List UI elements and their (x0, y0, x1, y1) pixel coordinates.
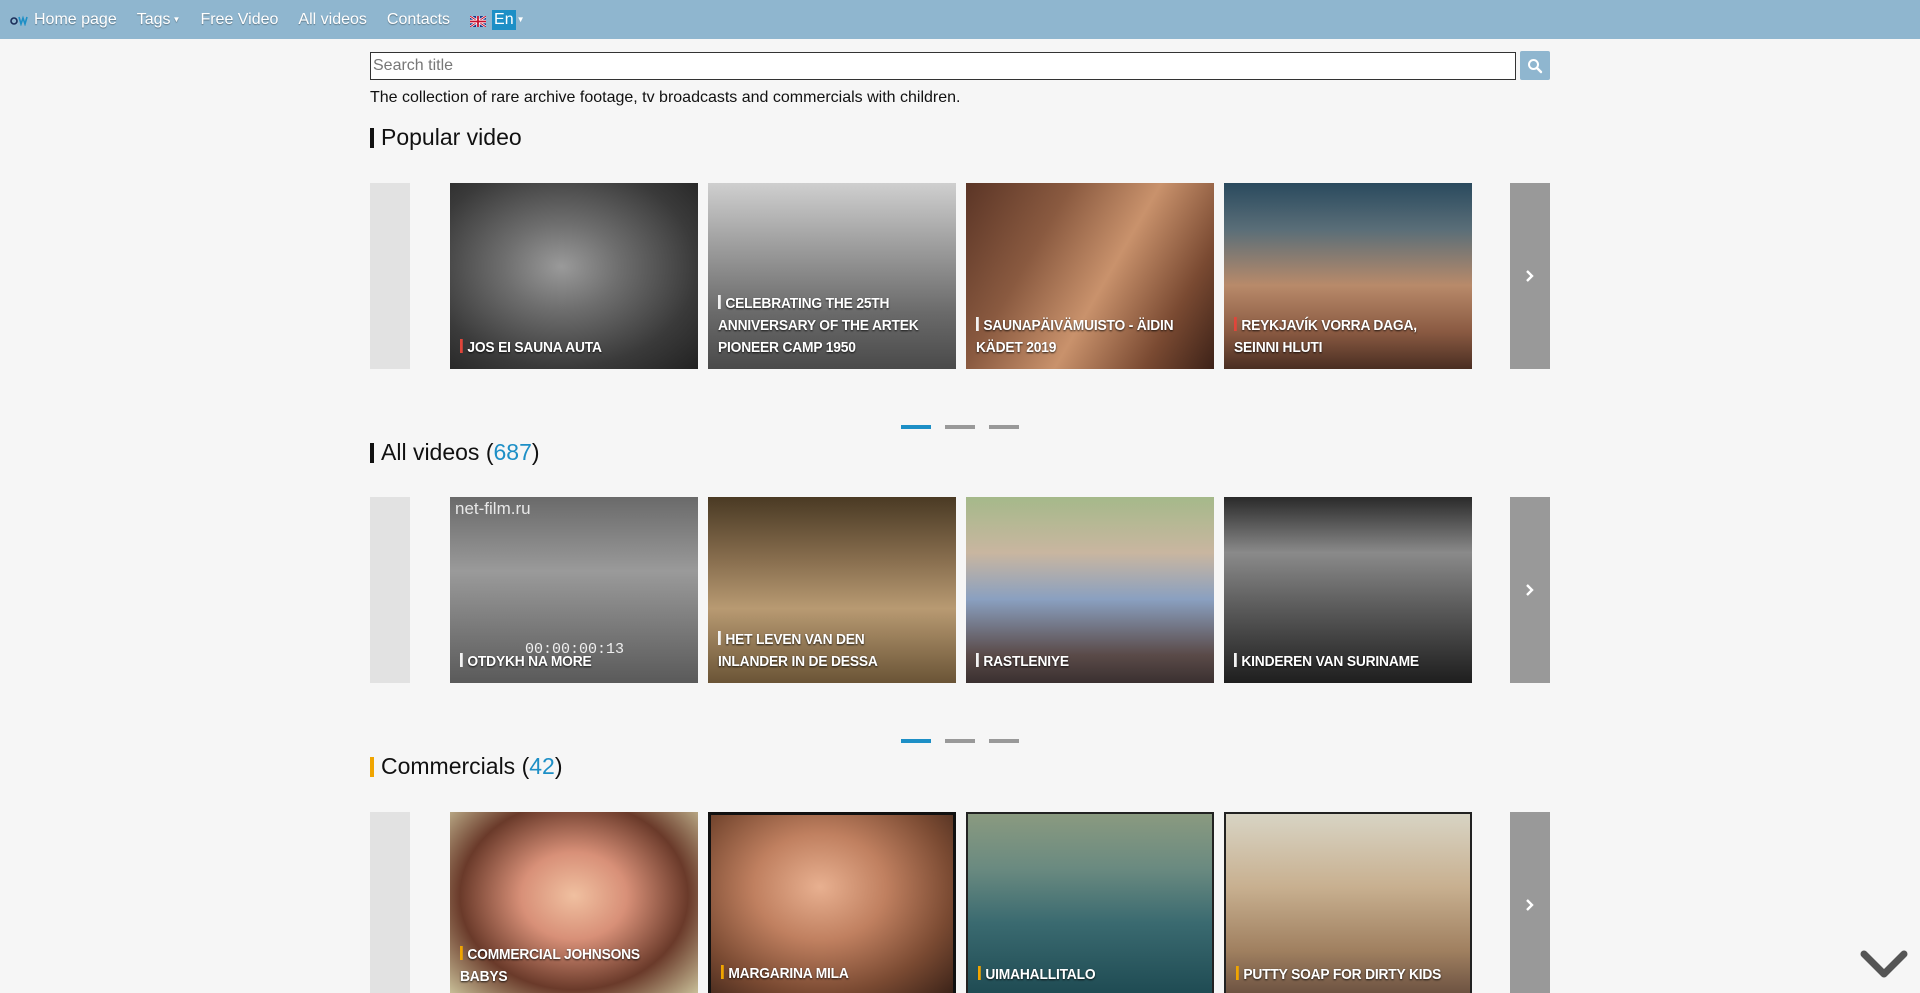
popular-carousel: JOS EI SAUNA AUTA CELEBRATING THE 25TH A… (370, 183, 1550, 369)
carousel-next-button[interactable] (1510, 497, 1550, 683)
video-caption: REYKJAVÍK VORRA DAGA, SEINNI HLUTI (1234, 317, 1417, 356)
video-card[interactable]: UIMAHALLITALO (966, 812, 1214, 993)
section-marker (370, 127, 374, 148)
all-videos-title-text: All videos ( (381, 439, 494, 465)
commercials-title-close: ) (554, 753, 563, 779)
top-navbar: Home page Tags ▼ Free Video All videos Co… (0, 0, 1920, 39)
carousel-prev-button[interactable] (370, 812, 410, 993)
video-caption: RASTLENIYE (976, 651, 1186, 673)
nav-home-link[interactable]: Home page (34, 11, 117, 29)
carousel-next-button[interactable] (1510, 812, 1550, 993)
video-watermark: net-film.ru (455, 499, 531, 518)
nav-contacts-link[interactable]: Contacts (387, 11, 450, 29)
commercials-section-title: Commercials (42) (370, 753, 563, 780)
language-selector[interactable]: En ▼ (469, 9, 525, 30)
video-card[interactable]: SAUNAPÄIVÄMUISTO - ÄIDIN KÄDET 2019 (966, 183, 1214, 369)
video-card[interactable]: net-film.ru 00:00:00:13 OTDYKH NA MORE (450, 497, 698, 683)
caption-marker (1236, 966, 1239, 980)
video-caption: JOS EI SAUNA AUTA (460, 337, 670, 359)
video-caption: CELEBRATING THE 25TH ANNIVERSARY OF THE … (718, 295, 919, 356)
video-card[interactable]: MARGARINA MILA (708, 812, 956, 993)
chevron-right-icon (1526, 270, 1534, 282)
video-card[interactable]: CELEBRATING THE 25TH ANNIVERSARY OF THE … (708, 183, 956, 369)
caption-marker (1234, 317, 1237, 331)
caret-down-icon: ▼ (172, 14, 181, 24)
video-card[interactable]: KINDEREN VAN SURINAME (1224, 497, 1472, 683)
nav-tags-dropdown[interactable]: Tags ▼ (137, 11, 181, 29)
video-card[interactable]: COMMERCIAL JOHNSONS BABYS (450, 812, 698, 993)
caption-marker (976, 653, 979, 667)
video-card[interactable]: JOS EI SAUNA AUTA (450, 183, 698, 369)
all-videos-section-title: All videos (687) (370, 439, 540, 466)
chevron-down-icon (1860, 950, 1908, 978)
video-caption: COMMERCIAL JOHNSONS BABYS (460, 946, 640, 985)
video-card[interactable]: RASTLENIYE (966, 497, 1214, 683)
nav-free-video-link[interactable]: Free Video (200, 11, 278, 29)
popular-section-title: Popular video (370, 124, 522, 151)
all-videos-carousel-pager (901, 739, 1019, 743)
video-caption: SAUNAPÄIVÄMUISTO - ÄIDIN KÄDET 2019 (976, 317, 1174, 356)
caption-marker (978, 966, 981, 980)
caption-marker (976, 317, 979, 331)
search-input[interactable] (370, 52, 1516, 80)
commercials-carousel: COMMERCIAL JOHNSONS BABYS MARGARINA MILA… (370, 812, 1550, 993)
popular-title-text: Popular video (381, 124, 522, 150)
caption-marker (718, 295, 721, 309)
section-marker (370, 442, 374, 463)
video-caption: HET LEVEN VAN DEN INLANDER IN DE DESSA (718, 631, 878, 670)
caret-down-icon: ▼ (516, 15, 525, 24)
site-tagline: The collection of rare archive footage, … (370, 89, 961, 106)
commercials-count[interactable]: 42 (529, 753, 555, 780)
all-videos-count[interactable]: 687 (493, 439, 531, 466)
all-videos-carousel: net-film.ru 00:00:00:13 OTDYKH NA MORE H… (370, 497, 1550, 683)
video-caption: KINDEREN VAN SURINAME (1234, 651, 1444, 673)
pager-dot[interactable] (901, 425, 931, 429)
pager-dot[interactable] (901, 739, 931, 743)
pager-dot[interactable] (989, 739, 1019, 743)
section-marker (370, 756, 374, 777)
nav-tags-label: Tags (136, 10, 171, 28)
caption-marker (460, 339, 463, 353)
pager-dot[interactable] (945, 739, 975, 743)
video-card[interactable]: PUTTY SOAP FOR DIRTY KIDS (1224, 812, 1472, 993)
search-icon (1528, 58, 1543, 73)
uk-flag-icon (469, 14, 487, 28)
video-card[interactable]: REYKJAVÍK VORRA DAGA, SEINNI HLUTI (1224, 183, 1472, 369)
scroll-down-button[interactable] (1860, 948, 1908, 980)
caption-marker (718, 631, 721, 645)
chevron-right-icon (1526, 584, 1534, 596)
carousel-next-button[interactable] (1510, 183, 1550, 369)
nav-all-videos-link[interactable]: All videos (298, 11, 366, 29)
pager-dot[interactable] (945, 425, 975, 429)
chevron-right-icon (1526, 899, 1534, 911)
all-videos-title-close: ) (531, 439, 540, 465)
language-label: En (492, 9, 516, 30)
carousel-prev-button[interactable] (370, 183, 410, 369)
commercials-title-text: Commercials ( (381, 753, 530, 779)
caption-marker (1234, 653, 1237, 667)
pager-dot[interactable] (989, 425, 1019, 429)
caption-marker (460, 946, 463, 960)
carousel-prev-button[interactable] (370, 497, 410, 683)
site-logo-icon[interactable] (10, 14, 30, 26)
video-caption: PUTTY SOAP FOR DIRTY KIDS (1236, 964, 1442, 986)
caption-marker (721, 965, 724, 979)
caption-marker (460, 653, 463, 667)
video-caption: UIMAHALLITALO (978, 964, 1184, 986)
video-card[interactable]: HET LEVEN VAN DEN INLANDER IN DE DESSA (708, 497, 956, 683)
popular-carousel-pager (901, 425, 1019, 429)
video-caption: OTDYKH NA MORE (460, 651, 670, 673)
video-caption: MARGARINA MILA (721, 963, 925, 985)
search-button[interactable] (1520, 51, 1550, 80)
